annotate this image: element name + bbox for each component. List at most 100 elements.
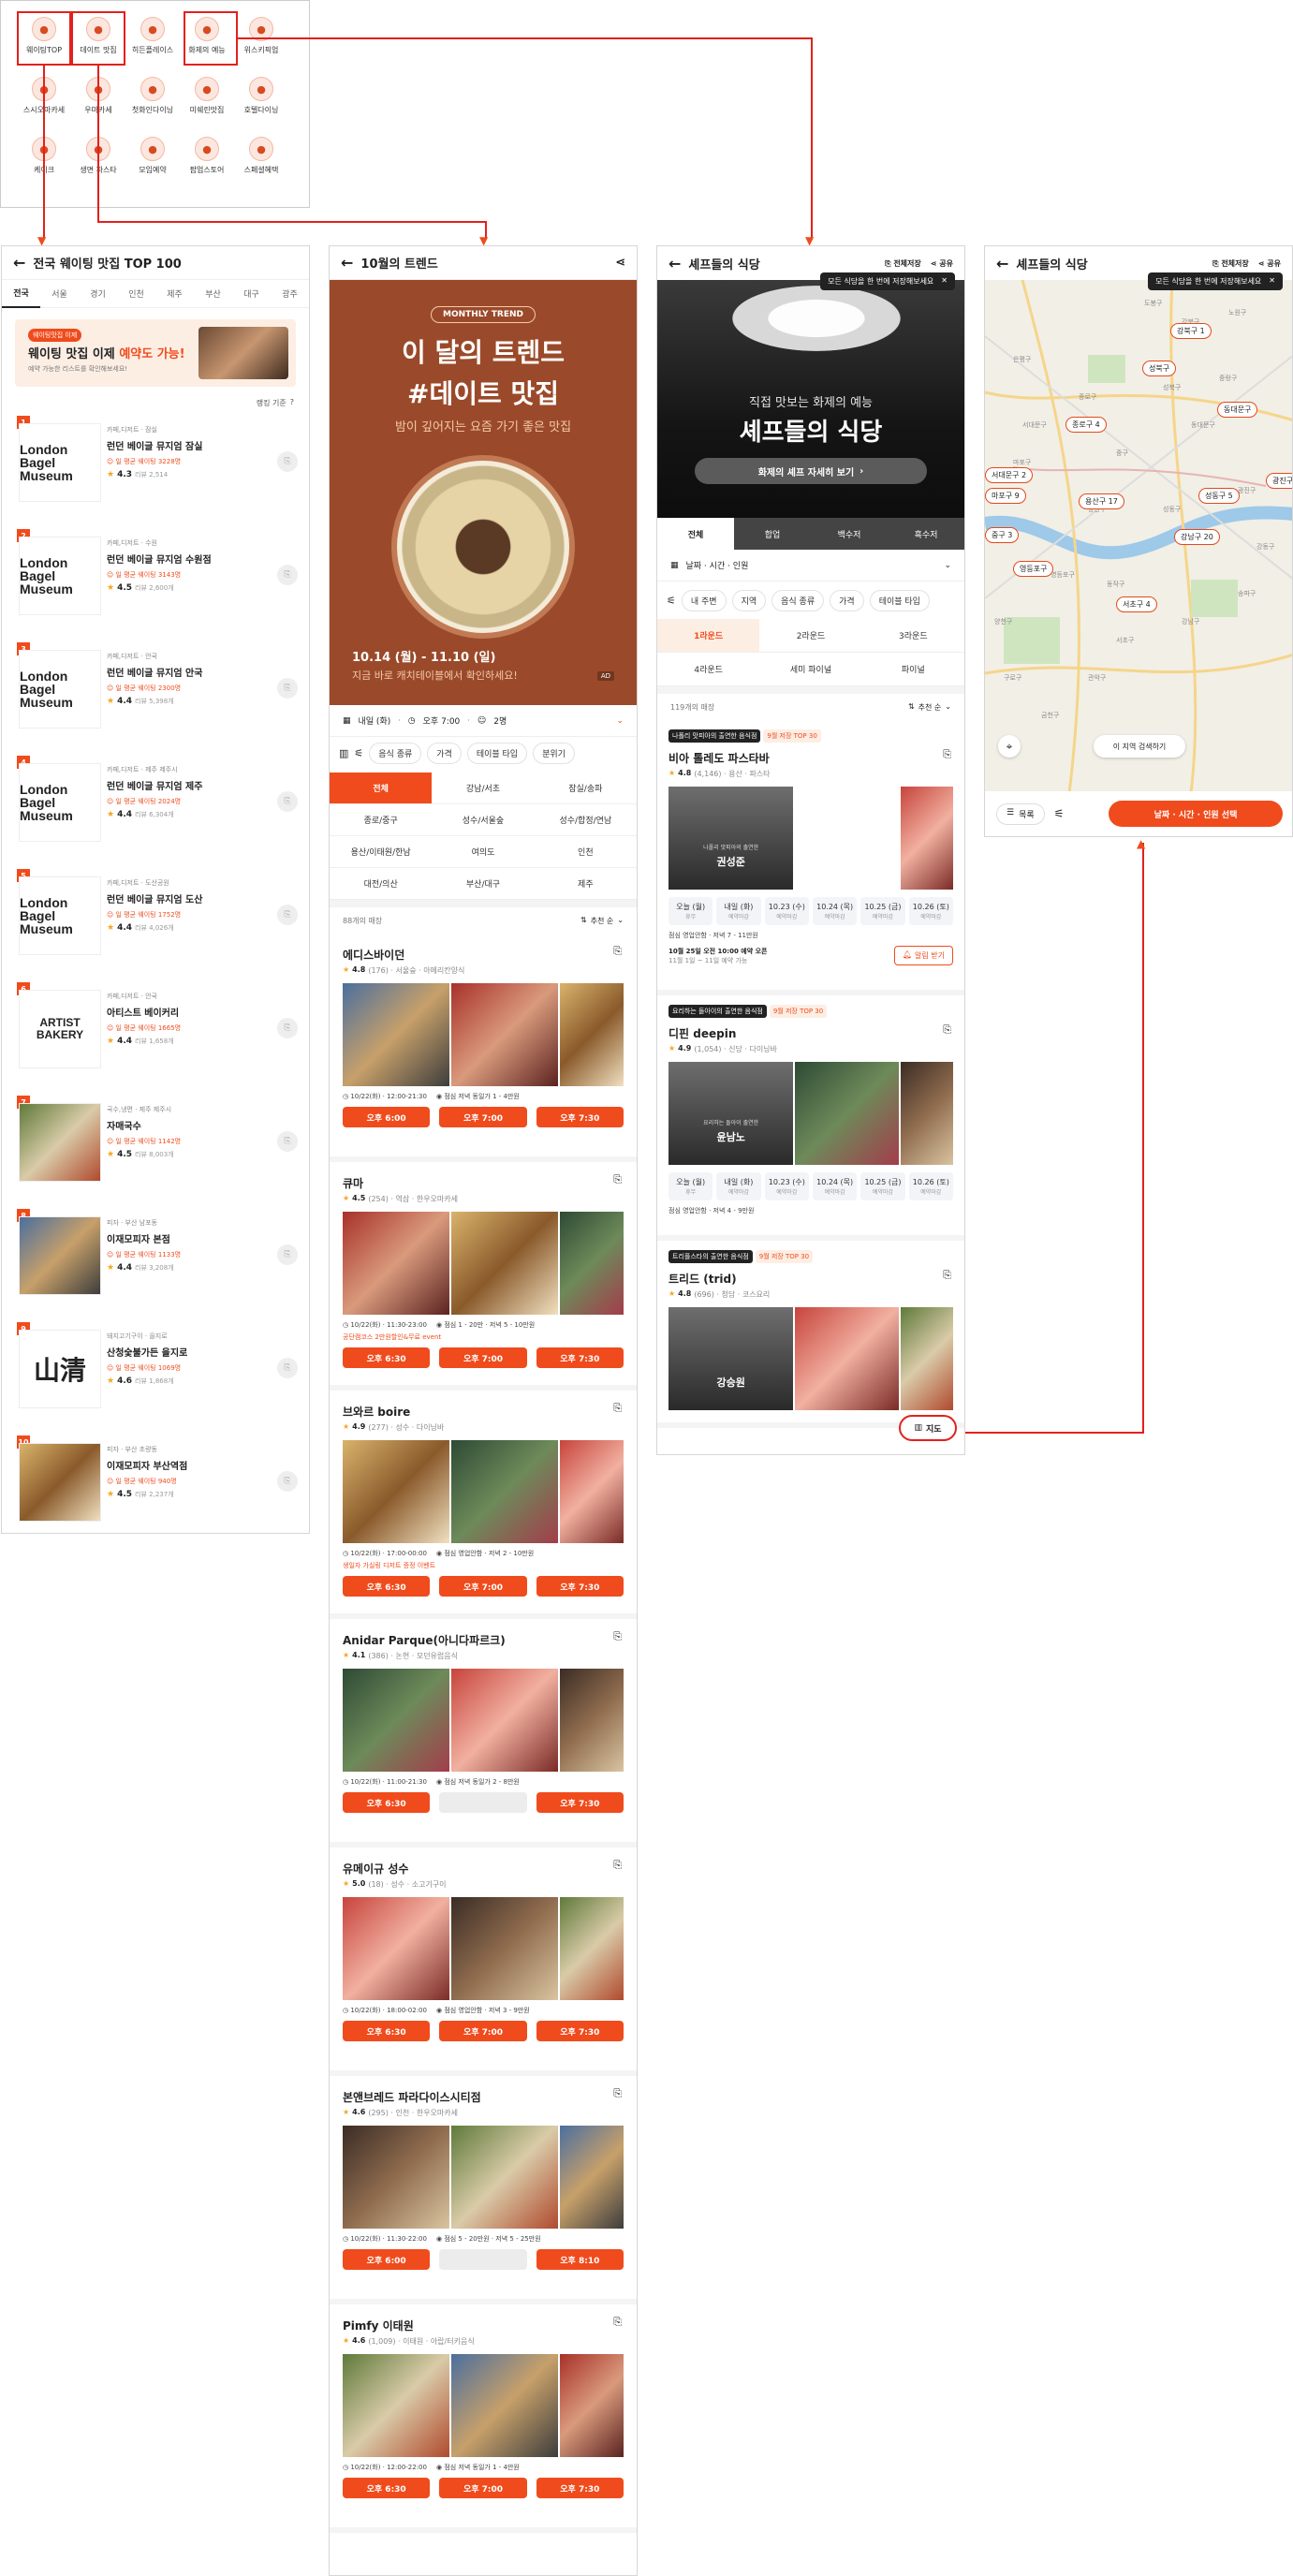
- map-icon[interactable]: ▥: [339, 747, 348, 759]
- region-option[interactable]: 여의도: [432, 836, 535, 868]
- region-option[interactable]: 부산/대구: [432, 868, 535, 900]
- back-arrow-icon[interactable]: ←: [13, 254, 25, 272]
- tab-4[interactable]: 제주: [155, 280, 194, 307]
- category-item[interactable]: ● 히든플레이스: [127, 13, 178, 66]
- time-slot-button[interactable]: 오후 6:00: [343, 2249, 431, 2270]
- chef-hero-banner[interactable]: 직접 맛보는 화제의 예능 셰프들의 식당 화제의 셰프 자세히 보기 ›: [657, 280, 964, 518]
- date-slot[interactable]: 10.23 (수) 예약마감: [764, 897, 809, 925]
- category-item[interactable]: ● 모임예약: [127, 133, 178, 185]
- map-pin[interactable]: 영등포구: [1013, 561, 1054, 577]
- map-pin[interactable]: 마포구 9: [985, 488, 1026, 504]
- date-slot[interactable]: 내일 (화) 예약마감: [716, 897, 761, 925]
- date-slot[interactable]: 오늘 (월) 휴무: [669, 1172, 713, 1200]
- ranking-item[interactable]: 9 山清 돼지고기구이 · 을지로 산청숯불가든 을지로 ☺ 일 평균 웨이팅 1069…: [2, 1322, 309, 1433]
- bookmark-icon[interactable]: ⎘: [613, 2316, 622, 2329]
- round-option[interactable]: 2라운드: [759, 619, 862, 653]
- tab-0[interactable]: 전국: [2, 279, 40, 308]
- back-arrow-icon[interactable]: ←: [996, 255, 1008, 272]
- sort-row[interactable]: 랭킹 기준 ?: [2, 398, 309, 408]
- category-item[interactable]: ● 위스키픽업: [236, 13, 287, 66]
- time-slot-button[interactable]: 오후 6:30: [343, 2478, 431, 2498]
- chef-restaurant-card[interactable]: 트리플스타의 출연한 음식점 9월 저장 TOP 30 트리드 (trid) ⎘ ★ 4.…: [657, 1241, 964, 1428]
- filter-chip[interactable]: 가격: [427, 742, 462, 764]
- ranking-item[interactable]: 2 London Bagel Museum 카페,디저트 · 수원 런던 베이글 뮤지…: [2, 529, 309, 640]
- restaurant-card[interactable]: Anidar Parque(아니다파르크) ⎘ ★ 4.1 (386) · 논현 · 모…: [330, 1619, 637, 1847]
- restaurant-card[interactable]: 본앤브레드 파라다이스시티점 ⎘ ★ 4.6 (295) · 인천 · 한우오마카세 ◷ …: [330, 2076, 637, 2304]
- close-icon[interactable]: ✕: [941, 276, 948, 287]
- ranking-item[interactable]: 1 London Bagel Museum 카페,디저트 · 잠실 런던 베이글 뮤지…: [2, 416, 309, 526]
- category-item[interactable]: ● 팝업스토어: [182, 133, 232, 185]
- bookmark-icon[interactable]: ⎘: [943, 1269, 951, 1282]
- map-pin[interactable]: 종로구 4: [1065, 417, 1107, 433]
- map-pin[interactable]: 동대문구: [1217, 402, 1258, 418]
- date-slot[interactable]: 10.24 (목) 예약마감: [812, 1172, 858, 1200]
- current-location-button[interactable]: ⌖: [998, 735, 1021, 758]
- map-pin[interactable]: 용산구 17: [1079, 493, 1124, 509]
- bookmark-button[interactable]: ⎘: [277, 905, 298, 925]
- time-slot-button[interactable]: 오후 6:30: [343, 2021, 431, 2041]
- close-icon[interactable]: ✕: [1269, 276, 1275, 287]
- restaurant-card[interactable]: 브와르 boire ⎘ ★ 4.9 (277) · 성수 · 다이닝바 ◷ 10/22(화…: [330, 1391, 637, 1619]
- bookmark-icon[interactable]: ⎘: [943, 1023, 951, 1037]
- time-slot-button[interactable]: 오후 7:00: [439, 2478, 527, 2498]
- round-option[interactable]: 1라운드: [657, 619, 760, 653]
- ranking-item[interactable]: 6 ARTIST BAKERY 카페,디저트 · 안국 아티스트 베이커리 ☺ 일 평균…: [2, 982, 309, 1093]
- region-option[interactable]: 전체: [330, 773, 433, 804]
- ranking-item[interactable]: 10 피자 · 부산 초량동 이재모피자 부산역점 ☺ 일 평균 웨이팅 940명 ★ 4…: [2, 1435, 309, 1533]
- time-slot-button[interactable]: 오후 6:30: [343, 1347, 431, 1368]
- time-slot-button[interactable]: 오후 7:30: [536, 1107, 624, 1127]
- trend-hero-banner[interactable]: MONTHLY TREND 이 달의 트렌드 #데이트 맛집 밤이 깊어지는 요…: [330, 280, 637, 705]
- filter-chip[interactable]: 가격: [830, 589, 864, 611]
- region-option[interactable]: 잠실/송파: [534, 773, 637, 804]
- time-slot-button[interactable]: 오후 7:30: [536, 1576, 624, 1597]
- hero-detail-button[interactable]: 화제의 셰프 자세히 보기 ›: [695, 458, 927, 484]
- restaurant-card[interactable]: 유메이규 성수 ⎘ ★ 5.0 (18) · 성수 · 소고기구이 ◷ 10/22(화) …: [330, 1847, 637, 2076]
- bookmark-button[interactable]: ⎘: [277, 1358, 298, 1378]
- map-pin[interactable]: 성동구 5: [1198, 488, 1240, 504]
- map-pin[interactable]: 서대문구 2: [985, 467, 1034, 483]
- region-option[interactable]: 제주: [534, 868, 637, 900]
- select-datetime-button[interactable]: 날짜 · 시간 · 인원 선택: [1109, 801, 1283, 827]
- category-item[interactable]: ● 호텔다이닝: [236, 73, 287, 125]
- search-here-button[interactable]: 이 지역 검색하기: [1094, 735, 1185, 758]
- filter-chip[interactable]: 테이블 타입: [466, 742, 528, 764]
- time-slot-button[interactable]: 오후 7:00: [439, 1576, 527, 1597]
- tab-2[interactable]: 경기: [79, 280, 117, 307]
- bookmark-icon[interactable]: ⎘: [613, 2087, 622, 2100]
- region-option[interactable]: 성수/합정/연남: [534, 804, 637, 836]
- filter-chip[interactable]: 지역: [731, 589, 767, 611]
- round-option[interactable]: 세미 파이널: [759, 653, 862, 686]
- time-slot-button[interactable]: 오후 7:30: [536, 1347, 624, 1368]
- restaurant-card[interactable]: Pimfy 이태원 ⎘ ★ 4.6 (1,009) · 이태원 · 아랍/터키음식 ◷ 1…: [330, 2304, 637, 2533]
- time-slot-button[interactable]: 오후 7:30: [536, 1792, 624, 1813]
- map-pin[interactable]: 중구 3: [985, 527, 1020, 543]
- date-slot[interactable]: 10.23 (수) 예약마감: [764, 1172, 809, 1200]
- bookmark-icon[interactable]: ⎘: [613, 1859, 622, 1872]
- bookmark-icon[interactable]: ⎘: [613, 1630, 622, 1643]
- time-slot-button[interactable]: 오후 7:30: [536, 2478, 624, 2498]
- bookmark-button[interactable]: ⎘: [277, 1244, 298, 1265]
- share-button[interactable]: ⋖ 공유: [931, 258, 953, 269]
- filter-chip[interactable]: 테이블 타입: [869, 589, 930, 611]
- time-slot-button[interactable]: 오후 6:00: [343, 1107, 431, 1127]
- tab-6[interactable]: 대구: [232, 280, 271, 307]
- time-slot-button[interactable]: 오후 7:00: [439, 1347, 527, 1368]
- bookmark-button[interactable]: ⎘: [277, 451, 298, 472]
- region-option[interactable]: 강남/서초: [432, 773, 535, 804]
- time-slot-button[interactable]: 오후 7:00: [439, 1107, 527, 1127]
- bookmark-icon[interactable]: ⎘: [613, 945, 622, 958]
- region-option[interactable]: 종로/중구: [330, 804, 433, 836]
- category-item[interactable]: ● 미쉐린맛집: [182, 73, 232, 125]
- chef-tab-1[interactable]: 합업: [734, 518, 811, 550]
- map-pin[interactable]: 서초구 4: [1116, 596, 1157, 612]
- sort-dropdown[interactable]: ⇅ 추천 순 ⌄: [908, 702, 951, 713]
- filter-icon[interactable]: ⚟: [1054, 807, 1065, 820]
- bookmark-icon[interactable]: ⎘: [943, 748, 951, 761]
- chef-restaurant-card[interactable]: 요리하는 돌아이의 출연한 음식점 9월 저장 TOP 30 디핀 deepin ⎘ ★…: [657, 995, 964, 1241]
- round-option[interactable]: 4라운드: [657, 653, 760, 686]
- bookmark-button[interactable]: ⎘: [277, 1131, 298, 1152]
- region-option[interactable]: 인천: [534, 836, 637, 868]
- ranking-item[interactable]: 3 London Bagel Museum 카페,디저트 · 안국 런던 베이글 뮤지…: [2, 642, 309, 753]
- date-slot[interactable]: 10.26 (토) 예약마감: [908, 1172, 953, 1200]
- date-slot[interactable]: 10.24 (목) 예약마감: [812, 897, 858, 925]
